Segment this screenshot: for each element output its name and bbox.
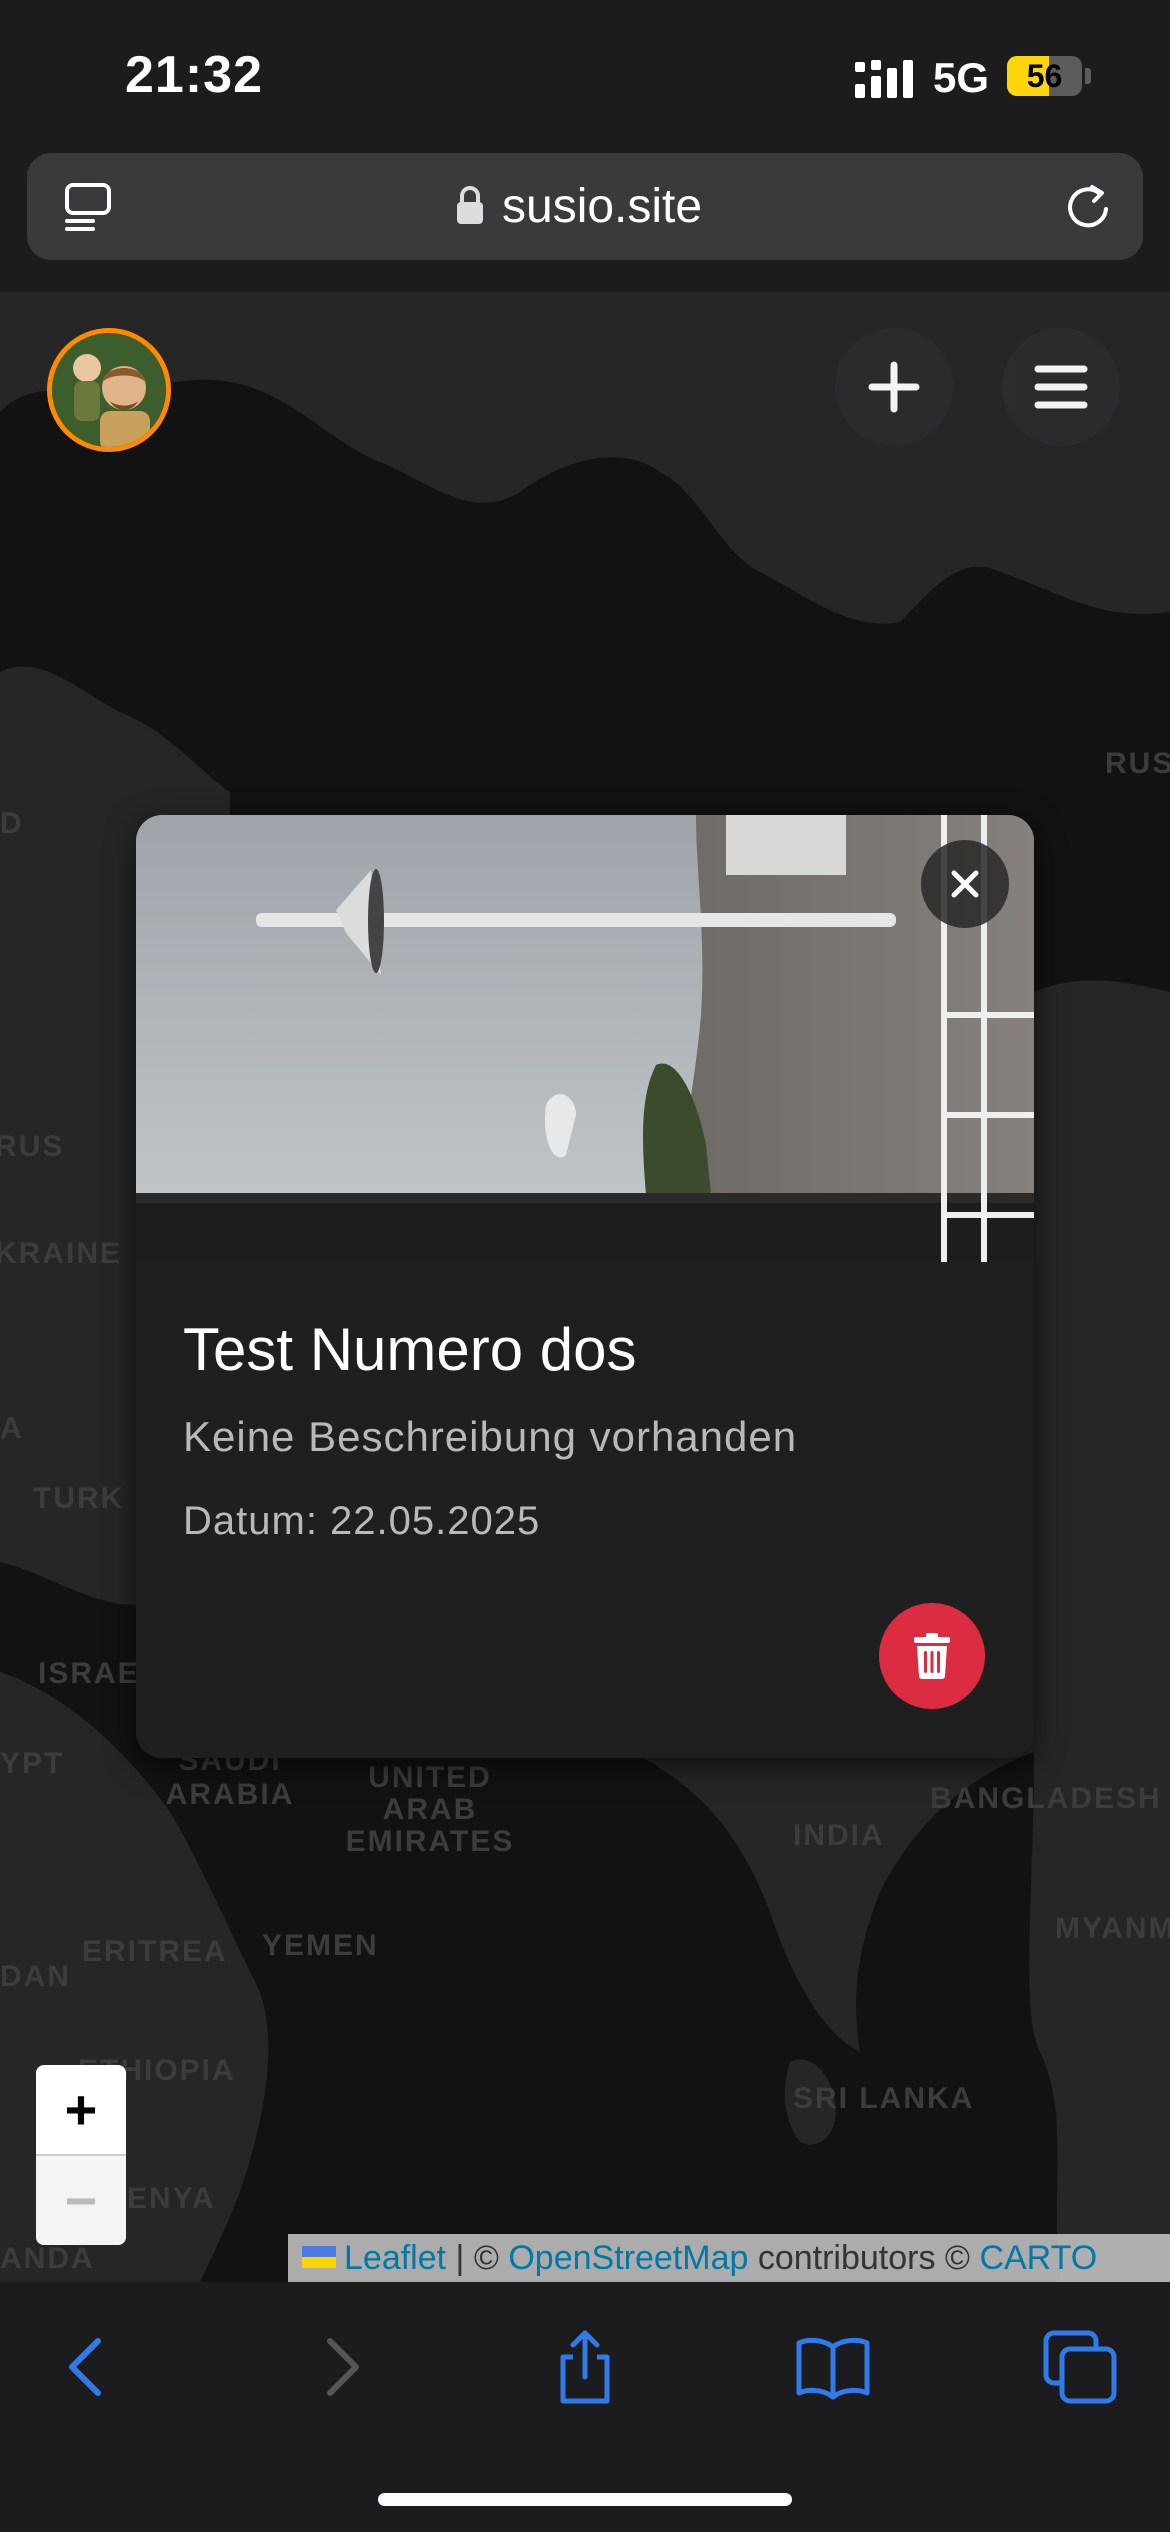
map-label: RUS — [0, 1130, 65, 1163]
map-label: KRAINE — [0, 1237, 123, 1270]
map-label: INDIA — [793, 1819, 885, 1852]
map-label: BANGLADESH — [930, 1782, 1162, 1815]
ukraine-flag-icon — [302, 2246, 336, 2269]
bookmarks-icon[interactable] — [793, 2327, 873, 2407]
lock-icon — [457, 186, 483, 224]
popup-title: Test Numero dos — [183, 1316, 637, 1383]
attribution-copyright: © — [473, 2239, 499, 2277]
back-icon[interactable] — [48, 2327, 128, 2407]
map-label: D — [0, 807, 24, 840]
battery-tip — [1085, 68, 1091, 84]
map-label: YPT — [0, 1747, 65, 1780]
map-label: ENYA — [127, 2182, 216, 2215]
leaflet-link[interactable]: Leaflet — [344, 2239, 446, 2277]
home-indicator — [378, 2493, 792, 2506]
map-label: MYANM — [1055, 1912, 1170, 1945]
map-label: ISRAE — [38, 1657, 140, 1690]
menu-icon — [1034, 365, 1088, 409]
user-avatar[interactable] — [47, 328, 171, 452]
address-bar[interactable]: susio.site — [27, 153, 1143, 260]
carto-link[interactable]: CARTO — [979, 2239, 1097, 2277]
attribution-separator: | — [455, 2239, 465, 2277]
zoom-out-button[interactable]: − — [36, 2156, 126, 2245]
reload-icon[interactable] — [1062, 179, 1116, 235]
trash-icon — [914, 1633, 950, 1679]
delete-button[interactable] — [879, 1603, 985, 1709]
menu-button[interactable] — [1002, 328, 1120, 446]
network-type: 5G — [933, 54, 990, 101]
marker-popup: Test Numero dos Keine Beschreibung vorha… — [136, 815, 1034, 1758]
popup-date: Datum: 22.05.2025 — [183, 1499, 541, 1543]
close-icon — [951, 870, 979, 898]
status-bar: 21:32 5G 56 — [0, 0, 1170, 150]
tabs-overview-icon[interactable] — [1040, 2327, 1120, 2407]
popup-photo[interactable] — [136, 815, 1034, 1262]
battery-percent: 56 — [1026, 58, 1063, 94]
map-label: YEMEN — [262, 1929, 379, 1962]
plus-icon — [868, 361, 920, 413]
popup-description: Keine Beschreibung vorhanden — [183, 1413, 798, 1460]
map-attribution: Leaflet | © OpenStreetMap contributors ©… — [288, 2234, 1170, 2282]
map-label: UNITED ARAB EMIRATES — [345, 1761, 515, 1858]
share-icon[interactable] — [545, 2327, 625, 2407]
map-label: RUS — [1105, 747, 1170, 780]
map-label: TURK — [33, 1482, 125, 1515]
zoom-control: + − — [36, 2065, 126, 2245]
zoom-in-button[interactable]: + — [36, 2065, 126, 2156]
battery-indicator: 56 — [1007, 56, 1082, 96]
add-button[interactable] — [835, 328, 953, 446]
close-popup-button[interactable] — [921, 840, 1009, 928]
url-text[interactable]: susio.site — [502, 179, 702, 234]
map-label: DAN — [0, 1960, 71, 1993]
forward-icon[interactable] — [300, 2327, 380, 2407]
attribution-contributors: contributors © — [757, 2239, 970, 2277]
openstreetmap-link[interactable]: OpenStreetMap — [508, 2239, 748, 2277]
map-label: SRI LANKA — [793, 2082, 975, 2115]
map-label: A — [0, 1412, 24, 1445]
map-label: ANDA — [0, 2242, 95, 2275]
cellular-signal-icon — [855, 60, 913, 98]
tabs-icon[interactable] — [63, 181, 113, 233]
avatar-image — [52, 333, 166, 447]
status-time: 21:32 — [125, 46, 263, 104]
map-label: ERITREA — [82, 1935, 228, 1968]
